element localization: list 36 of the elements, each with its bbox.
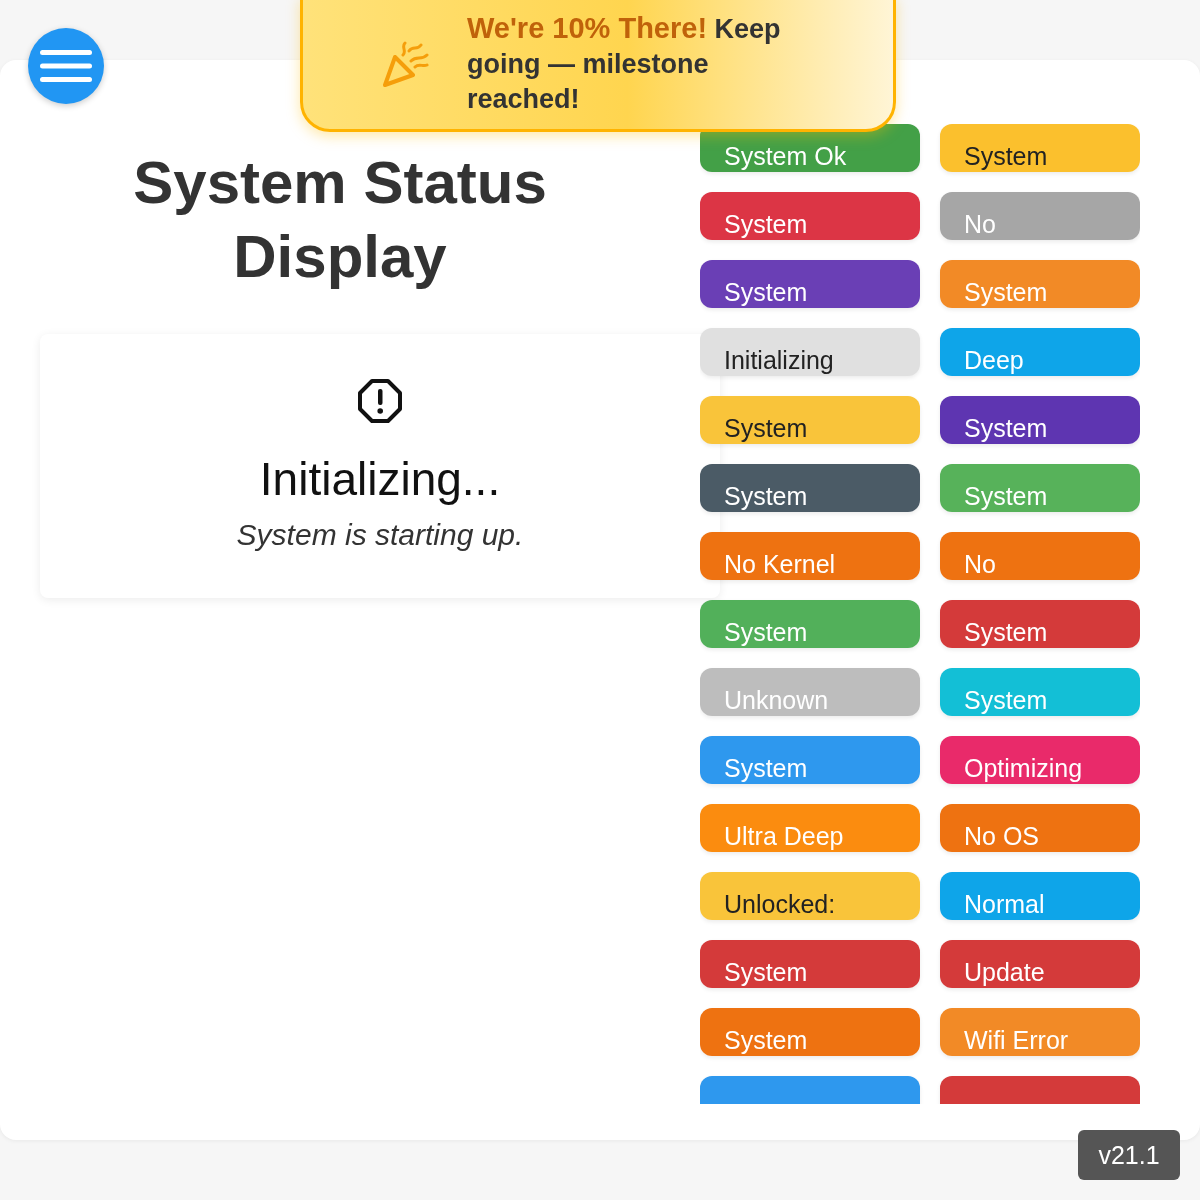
status-tile[interactable]: System	[700, 260, 920, 308]
warning-icon	[357, 378, 403, 424]
status-tile[interactable]: System	[940, 260, 1140, 308]
status-tile[interactable]: System	[700, 736, 920, 784]
status-tile[interactable]: Normal	[940, 872, 1140, 920]
status-tile[interactable]: Unlocked:	[700, 872, 920, 920]
status-tile[interactable]: Unknown	[700, 668, 920, 716]
status-tile[interactable]: No	[940, 192, 1140, 240]
status-tile[interactable]: Optimizing	[940, 736, 1140, 784]
status-tile[interactable]: System	[940, 464, 1140, 512]
toast-message: We're 10% There! Keep going — milestone reached!	[467, 11, 782, 116]
status-tile[interactable]: No Kernel	[700, 532, 920, 580]
status-tile[interactable]: System	[940, 396, 1140, 444]
version-badge: v21.1	[1078, 1130, 1180, 1180]
menu-button[interactable]	[28, 28, 104, 104]
status-tile[interactable]: System	[700, 600, 920, 648]
status-tile[interactable]: System	[940, 668, 1140, 716]
status-tile[interactable]: System	[700, 464, 920, 512]
party-popper-icon	[381, 41, 431, 87]
status-tile[interactable]: System	[700, 940, 920, 988]
status-tile[interactable]: No OS	[940, 804, 1140, 852]
status-tile[interactable]: System	[940, 600, 1140, 648]
status-tile[interactable]: Ultra Deep	[700, 804, 920, 852]
page-title: System Status Display	[132, 148, 548, 292]
status-tile[interactable]: Update	[940, 940, 1140, 988]
status-tile[interactable]: Deep	[940, 328, 1140, 376]
status-tile[interactable]: System	[940, 124, 1140, 172]
menu-icon	[40, 49, 92, 83]
status-tile[interactable]: System	[700, 396, 920, 444]
status-tile[interactable]: Initializing	[700, 328, 920, 376]
status-heading: Initializing...	[259, 452, 501, 506]
status-tile[interactable]: Wifi Error	[940, 1008, 1140, 1056]
status-tile[interactable]: No	[940, 532, 1140, 580]
status-detail: System is starting up.	[236, 518, 524, 552]
status-tile[interactable]: System	[700, 192, 920, 240]
status-tile[interactable]: System	[700, 1008, 920, 1056]
